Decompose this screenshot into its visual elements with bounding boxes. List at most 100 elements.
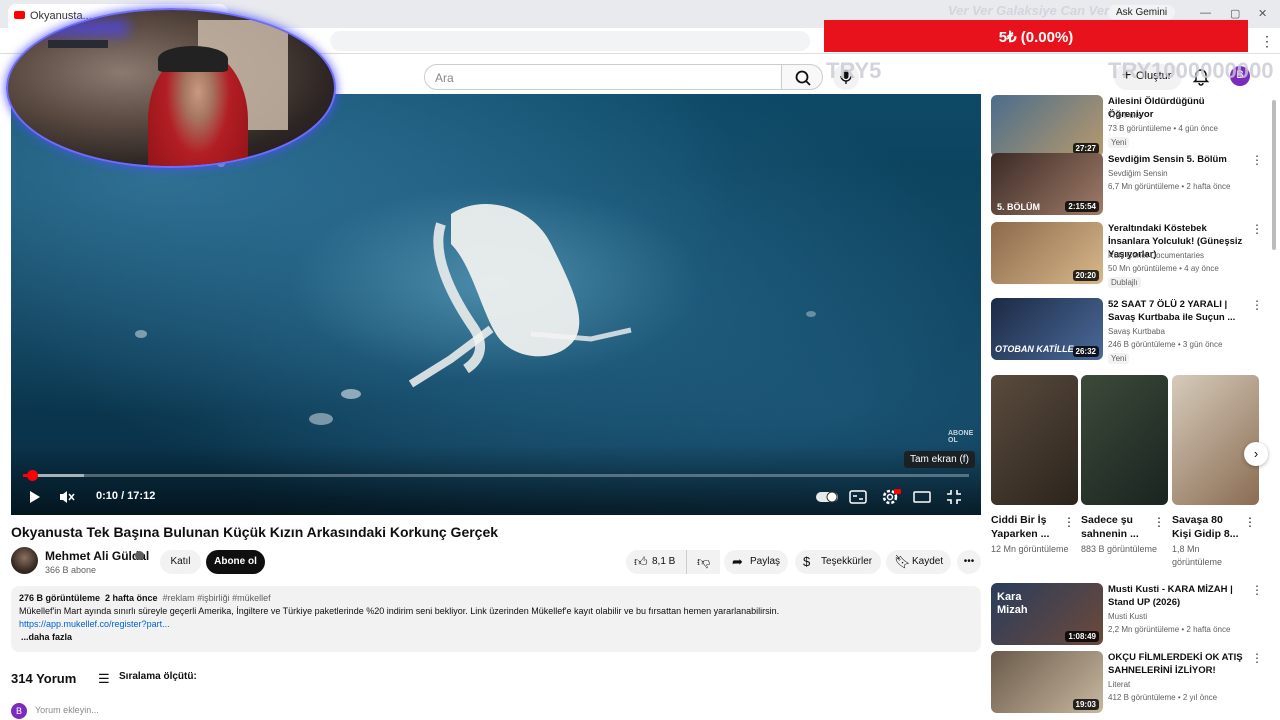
thumbnail-overlay-text: OTOBAN KATİLLE (995, 344, 1074, 354)
share-label: Paylaş (750, 556, 781, 567)
dislike-button[interactable]: 👎︎ (686, 550, 720, 574)
join-button[interactable]: Katıl (160, 550, 201, 574)
close-window-icon[interactable]: ✕ (1258, 7, 1267, 20)
short-title[interactable]: Savaşa 80 Kişi Gidip 8... (1172, 513, 1244, 541)
ask-gemini-button[interactable]: Ask Gemini (1108, 5, 1176, 20)
recommended-channel[interactable]: Sevdiğim Sensin (1108, 169, 1168, 178)
short-title[interactable]: Sadece şu sahnenin ... (1081, 513, 1153, 541)
recommended-channel[interactable]: Literat (1108, 680, 1130, 689)
video-thumbnail[interactable]: 20:20 (991, 222, 1103, 284)
video-thumbnail[interactable]: Kara Mizah 1:08:49 (991, 583, 1103, 645)
more-vertical-icon[interactable]: ⋮ (1251, 583, 1263, 597)
more-vertical-icon[interactable]: ⋮ (1251, 153, 1263, 167)
recommended-channel[interactable]: Ruhi Çenet Documentaries (1108, 251, 1204, 260)
recommended-title[interactable]: OKÇU FİLMLERDEKİ OK ATIŞ SAHNELERİNİ İZL… (1108, 651, 1246, 677)
short-thumbnail[interactable] (991, 375, 1078, 505)
page-scrollbar[interactable] (1272, 100, 1276, 250)
time-display: 0:10 / 17:12 (96, 490, 156, 502)
more-vertical-icon[interactable]: ⋮ (1244, 515, 1256, 529)
like-count: 8,1 B (652, 556, 676, 567)
short-card[interactable]: Savaşa 80 Kişi Gidip 8... 1,8 Mn görüntü… (1172, 375, 1259, 567)
channel-avatar[interactable] (11, 547, 38, 574)
description-box[interactable]: 276 B görüntüleme 2 hafta önce #reklam #… (11, 586, 981, 652)
video-thumbnail[interactable]: OTOBAN KATİLLE 26:32 (991, 298, 1103, 360)
gear-icon (882, 489, 901, 505)
sort-button[interactable]: Sıralama ölçütü: (119, 671, 197, 682)
short-title[interactable]: Ciddi Bir İş Yaparken ... (991, 513, 1063, 541)
thanks-button[interactable]: $ Teşekkürler (795, 550, 881, 574)
recommended-video[interactable]: 27:27 Ailesini Öldürdüğünü Öğreniyor The… (991, 95, 1259, 157)
more-actions-button[interactable]: ••• (957, 550, 981, 574)
recommended-title[interactable]: 52 SAAT 7 ÖLÜ 2 YARALI | Savaş Kurtbaba … (1108, 298, 1246, 324)
play-button[interactable] (23, 486, 45, 508)
autoplay-toggle[interactable] (815, 486, 839, 508)
recommended-channel[interactable]: Savaş Kurtbaba (1108, 327, 1165, 336)
theater-mode-button[interactable] (911, 486, 933, 508)
short-thumbnail[interactable] (1172, 375, 1259, 505)
recommended-video[interactable]: Kara Mizah 1:08:49 Musti Kusti - KARA Mİ… (991, 583, 1263, 645)
autoplay-toggle-icon (816, 491, 838, 503)
recommended-meta: 246 B görüntüleme • 3 gün önce (1108, 340, 1223, 349)
super-thanks-icon: $ (803, 554, 811, 569)
description-link[interactable]: https://app.mukellef.co/register?part... (19, 618, 973, 631)
chevron-right-icon[interactable]: › (1244, 442, 1268, 466)
view-count: 276 B görüntüleme (19, 593, 101, 603)
subscribe-button[interactable]: Abone ol (206, 550, 265, 574)
video-thumbnail[interactable]: 19:03 (991, 651, 1103, 713)
settings-button[interactable] (879, 486, 901, 508)
more-vertical-icon[interactable]: ⋮ (1063, 515, 1075, 529)
thumbs-up-icon: 👍︎ (634, 554, 648, 569)
hashtags[interactable]: #reklam #işbirliği #mükellef (163, 593, 271, 603)
video-thumbnail[interactable]: 27:27 (991, 95, 1103, 157)
url-field[interactable] (330, 31, 810, 51)
recommended-video[interactable]: 19:03 OKÇU FİLMLERDEKİ OK ATIŞ SAHNELERİ… (991, 651, 1263, 713)
subtitles-button[interactable] (847, 486, 869, 508)
recommended-title[interactable]: Musti Kusti - KARA MİZAH | Stand UP (202… (1108, 583, 1246, 609)
video-duration: 1:08:49 (1065, 631, 1099, 642)
recommended-title[interactable]: Sevdiğim Sensin 5. Bölüm (1108, 153, 1246, 166)
short-card[interactable]: Ciddi Bir İş Yaparken ... 12 Mn görüntül… (991, 375, 1078, 554)
fullscreen-tooltip: Tam ekran (f) (904, 451, 975, 468)
more-vertical-icon[interactable]: ⋮ (1251, 222, 1263, 236)
recommended-video[interactable]: OTOBAN KATİLLE 26:32 52 SAAT 7 ÖLÜ 2 YAR… (991, 298, 1263, 364)
description-meta: 276 B görüntüleme 2 hafta önce #reklam #… (19, 592, 973, 605)
thumbs-down-icon: 👎︎ (697, 554, 711, 569)
share-button[interactable]: ➦ Paylaş (724, 550, 788, 574)
description-text: Mükellef'in Mart ayında sınırlı süreyle … (19, 606, 780, 616)
progress-bar[interactable] (23, 470, 969, 481)
maximize-icon[interactable]: ▢ (1230, 7, 1240, 20)
video-thumbnail[interactable]: 5. BÖLÜM 2:15:54 (991, 153, 1103, 215)
recommended-video[interactable]: 20:20 Yeraltındaki Köstebek İnsanlara Yo… (991, 222, 1263, 288)
mute-button[interactable] (56, 486, 78, 508)
more-vertical-icon[interactable]: ⋮ (1251, 651, 1263, 665)
donation-goal-start: TRY5 (826, 58, 882, 83)
fullscreen-button[interactable] (943, 486, 965, 508)
recommended-channel[interactable]: Musti Kusti (1108, 612, 1147, 621)
channel-name[interactable]: Mehmet Ali Güldal (45, 549, 149, 563)
subscribe-watermark[interactable]: ABONE OL (948, 430, 981, 444)
subscriber-count: 366 B abone (45, 565, 97, 575)
show-more-button[interactable]: ...daha fazla (19, 631, 973, 644)
video-duration: 20:20 (1072, 270, 1099, 281)
recommended-meta: 2,2 Mn görüntüleme • 2 hafta önce (1108, 625, 1231, 634)
short-card[interactable]: Sadece şu sahnenin ... 883 B görüntüleme… (1081, 375, 1168, 554)
save-button[interactable]: 🔖︎ Kaydet (886, 550, 951, 574)
search-button[interactable] (781, 64, 823, 90)
thumbnail-overlay-text: 5. BÖLÜM (997, 202, 1041, 212)
subtitles-icon (849, 490, 867, 504)
play-icon (30, 491, 40, 503)
short-thumbnail[interactable] (1081, 375, 1168, 505)
share-icon: ➦ (732, 554, 743, 569)
sort-icon[interactable]: ☰ (98, 671, 110, 687)
browser-menu-icon[interactable]: ⋮ (1260, 33, 1274, 50)
search-icon (795, 70, 811, 86)
more-vertical-icon[interactable]: ⋮ (1153, 515, 1165, 529)
recommended-channel[interactable]: The Polis (1108, 111, 1141, 120)
comment-input[interactable]: Yorum ekleyin... (35, 705, 99, 715)
more-vertical-icon[interactable]: ⋮ (1251, 298, 1263, 312)
video-duration: 26:32 (1072, 346, 1099, 357)
search-input[interactable]: Ara (424, 64, 782, 90)
verified-check-icon (135, 551, 144, 560)
minimize-icon[interactable]: — (1200, 7, 1211, 19)
recommended-video[interactable]: 5. BÖLÜM 2:15:54 Sevdiğim Sensin 5. Bölü… (991, 153, 1263, 215)
